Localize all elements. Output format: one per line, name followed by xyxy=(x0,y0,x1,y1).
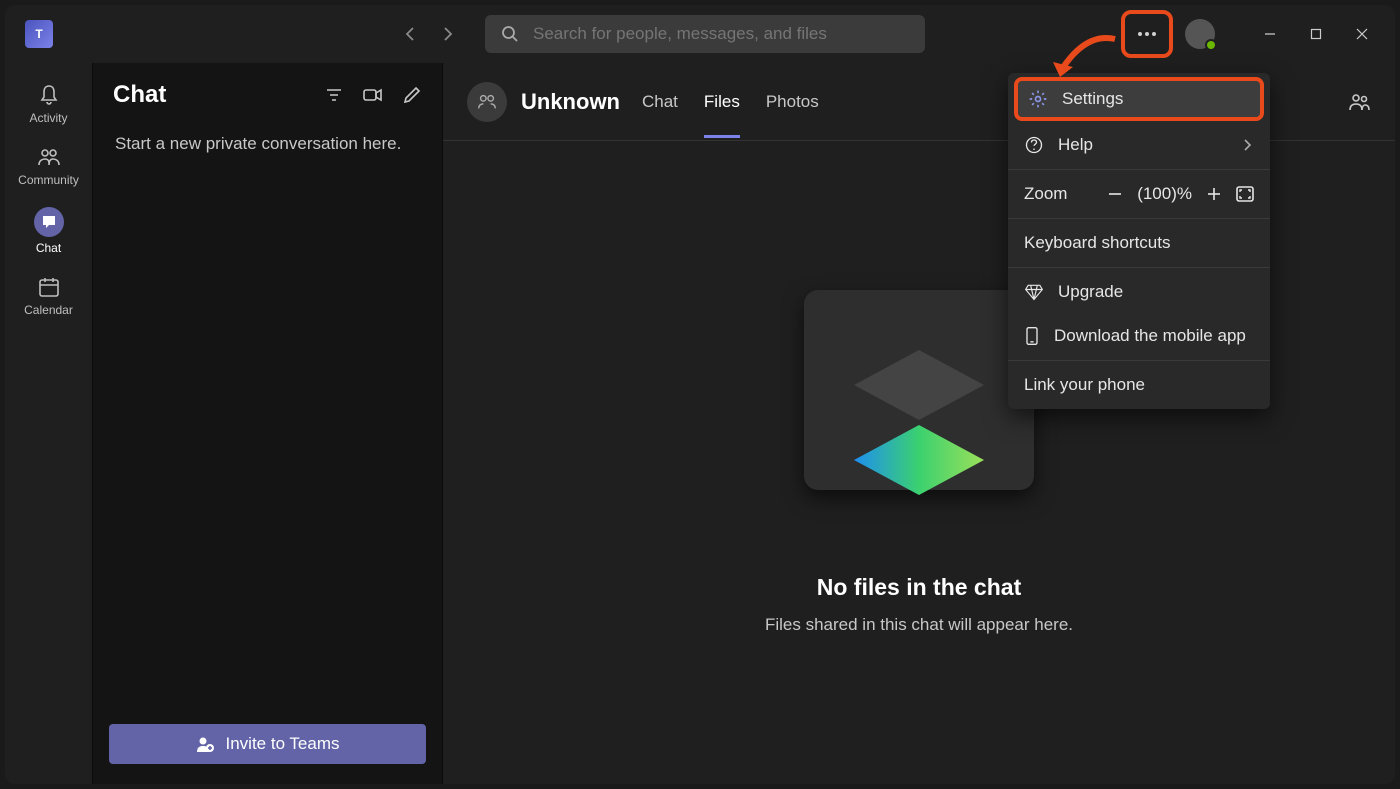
menu-separator xyxy=(1008,360,1270,361)
fullscreen-icon[interactable] xyxy=(1236,186,1254,202)
new-chat-icon[interactable] xyxy=(402,85,422,105)
calendar-icon xyxy=(37,275,61,299)
titlebar xyxy=(5,5,1395,63)
chat-list-empty-text: Start a new private conversation here. xyxy=(101,127,434,716)
chevron-right-icon xyxy=(1240,138,1254,152)
teams-app-icon xyxy=(25,20,53,48)
tab-files[interactable]: Files xyxy=(704,66,740,138)
diamond-icon xyxy=(1024,282,1044,302)
tab-chat[interactable]: Chat xyxy=(642,66,678,138)
menu-zoom: Zoom (100)% xyxy=(1008,172,1270,216)
menu-label: Download the mobile app xyxy=(1054,326,1246,346)
zoom-in-button[interactable] xyxy=(1206,186,1222,202)
tab-photos[interactable]: Photos xyxy=(766,66,819,138)
menu-separator xyxy=(1008,169,1270,170)
maximize-button[interactable] xyxy=(1293,18,1339,50)
menu-download-mobile[interactable]: Download the mobile app xyxy=(1008,314,1270,358)
app-window: Activity Community Chat xyxy=(5,5,1395,784)
presence-indicator xyxy=(1205,39,1217,51)
invite-label: Invite to Teams xyxy=(225,734,339,754)
rail-chat[interactable]: Chat xyxy=(13,197,85,265)
more-menu: Settings Help Zoom (100)% xyxy=(1008,73,1270,409)
bell-icon xyxy=(37,83,61,107)
zoom-value: (100)% xyxy=(1137,184,1192,204)
more-button[interactable] xyxy=(1127,16,1167,52)
rail-label: Chat xyxy=(36,241,61,255)
menu-upgrade[interactable]: Upgrade xyxy=(1008,270,1270,314)
zoom-out-button[interactable] xyxy=(1107,186,1123,202)
menu-label: Help xyxy=(1058,135,1093,155)
menu-link-phone[interactable]: Link your phone xyxy=(1008,363,1270,407)
rail-label: Calendar xyxy=(24,303,73,317)
person-add-icon xyxy=(195,734,215,754)
help-icon xyxy=(1024,135,1044,155)
people-icon xyxy=(37,145,61,169)
participants-icon[interactable] xyxy=(1347,90,1371,114)
rail-calendar[interactable]: Calendar xyxy=(13,265,85,327)
more-button-highlight xyxy=(1121,10,1173,58)
chat-list-title: Chat xyxy=(113,81,166,109)
contact-avatar[interactable] xyxy=(467,82,507,122)
invite-to-teams-button[interactable]: Invite to Teams xyxy=(109,724,426,764)
rail-label: Activity xyxy=(29,111,67,125)
menu-help[interactable]: Help xyxy=(1008,123,1270,167)
app-rail: Activity Community Chat xyxy=(5,63,93,784)
search-icon xyxy=(501,25,519,43)
mobile-icon xyxy=(1024,326,1040,346)
minimize-button[interactable] xyxy=(1247,18,1293,50)
menu-label: Link your phone xyxy=(1024,375,1145,395)
close-button[interactable] xyxy=(1339,18,1385,50)
search-box[interactable] xyxy=(485,15,925,53)
menu-label: Upgrade xyxy=(1058,282,1123,302)
chat-icon xyxy=(40,213,58,231)
contact-name: Unknown xyxy=(521,89,620,115)
zoom-label: Zoom xyxy=(1024,184,1067,204)
menu-keyboard-shortcuts[interactable]: Keyboard shortcuts xyxy=(1008,221,1270,265)
gear-icon xyxy=(1028,89,1048,109)
chat-list-panel: Chat Start a new private conversation he… xyxy=(93,63,443,784)
rail-label: Community xyxy=(18,173,79,187)
forward-button[interactable] xyxy=(439,26,455,42)
user-avatar[interactable] xyxy=(1185,19,1215,49)
menu-separator xyxy=(1008,267,1270,268)
menu-label: Keyboard shortcuts xyxy=(1024,233,1170,253)
menu-label: Settings xyxy=(1062,89,1123,109)
video-call-icon[interactable] xyxy=(362,85,384,105)
back-button[interactable] xyxy=(403,26,419,42)
menu-settings[interactable]: Settings xyxy=(1014,77,1264,121)
empty-state-subtitle: Files shared in this chat will appear he… xyxy=(765,615,1073,635)
empty-illustration xyxy=(804,290,1034,520)
rail-activity[interactable]: Activity xyxy=(13,73,85,135)
search-input[interactable] xyxy=(533,24,909,44)
menu-separator xyxy=(1008,218,1270,219)
filter-icon[interactable] xyxy=(324,85,344,105)
rail-community[interactable]: Community xyxy=(13,135,85,197)
empty-state-title: No files in the chat xyxy=(817,574,1021,601)
